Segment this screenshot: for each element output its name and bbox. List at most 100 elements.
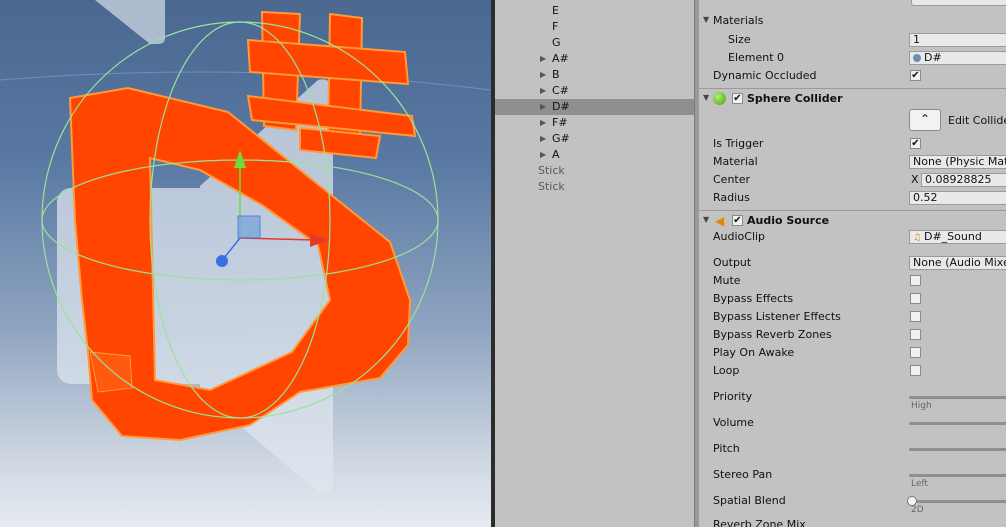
hierarchy-item-stick[interactable]: Stick: [495, 179, 694, 195]
stereo-pan-label: Stereo Pan: [713, 468, 773, 481]
expand-arrow-icon[interactable]: ▶: [540, 131, 546, 147]
edit-collider-icon: ⌃: [919, 112, 931, 126]
component-separator: [699, 210, 1006, 211]
priority-label: Priority: [713, 390, 753, 403]
sphere-collider-enabled-checkbox[interactable]: ✔: [732, 93, 743, 104]
expand-arrow-icon[interactable]: ▶: [540, 67, 546, 83]
hierarchy-item-c-sharp[interactable]: ▶ C#: [495, 83, 694, 99]
hierarchy-item-f[interactable]: F: [495, 19, 694, 35]
edit-collider-button[interactable]: ⌃: [909, 109, 941, 131]
hierarchy-item-a-sharp[interactable]: ▶ A#: [495, 51, 694, 67]
audioclip-label: AudioClip: [713, 230, 766, 243]
radius-label: Radius: [713, 191, 750, 204]
expand-arrow-icon[interactable]: ▶: [540, 51, 546, 67]
stereo-pan-slider[interactable]: [909, 474, 1006, 477]
hierarchy-item-label: A#: [552, 52, 569, 65]
bypass-listener-effects-label: Bypass Listener Effects: [713, 310, 841, 323]
size-label: Size: [728, 33, 751, 46]
hierarchy-item-label: Stick: [538, 180, 565, 193]
audioclip-field[interactable]: ♫ D#_Sound: [909, 230, 1006, 244]
bypass-reverb-zones-checkbox[interactable]: [910, 329, 921, 340]
loop-checkbox[interactable]: [910, 365, 921, 376]
center-label: Center: [713, 173, 751, 186]
hierarchy-item-label: F#: [552, 116, 568, 129]
hierarchy-item-label: E: [552, 4, 559, 17]
hierarchy-item-label: G: [552, 36, 561, 49]
z-axis-handle: [216, 255, 228, 267]
audio-source-gizmo-icon-top: [95, 0, 165, 44]
hierarchy-item-label: C#: [552, 84, 569, 97]
hierarchy-item-b[interactable]: ▶ B: [495, 67, 694, 83]
center-x-field[interactable]: 0.08928825: [921, 173, 1006, 187]
bypass-effects-label: Bypass Effects: [713, 292, 794, 305]
bypass-effects-checkbox[interactable]: [910, 293, 921, 304]
hierarchy-item-g-sharp[interactable]: ▶ G#: [495, 131, 694, 147]
mute-label: Mute: [713, 274, 741, 287]
priority-hint: High: [911, 401, 932, 411]
size-field[interactable]: 1: [909, 33, 1006, 47]
materials-foldout-arrow-icon[interactable]: ▼: [703, 15, 709, 24]
dynamic-occluded-checkbox[interactable]: ✔: [910, 70, 921, 81]
clipped-top-field[interactable]: [911, 0, 1006, 6]
pitch-label: Pitch: [713, 442, 740, 455]
play-on-awake-label: Play On Awake: [713, 346, 795, 359]
hierarchy-item-label: B: [552, 68, 560, 81]
center-plane-handle: [237, 215, 261, 239]
expand-arrow-icon[interactable]: ▶: [540, 99, 546, 115]
dynamic-occluded-label: Dynamic Occluded: [713, 69, 817, 82]
stereo-pan-hint: Left: [911, 479, 928, 489]
loop-label: Loop: [713, 364, 740, 377]
hierarchy-item-e[interactable]: E: [495, 3, 694, 19]
component-separator: [699, 88, 1006, 89]
element0-label: Element 0: [728, 51, 785, 64]
is-trigger-checkbox[interactable]: ✔: [910, 138, 921, 149]
element0-value: D#: [924, 51, 942, 64]
output-label: Output: [713, 256, 752, 269]
material-label: Material: [713, 155, 758, 168]
hierarchy-item-label: D#: [552, 100, 570, 113]
bypass-listener-effects-checkbox[interactable]: [910, 311, 921, 322]
inspector-panel: ▼ Materials Size 1 Element 0 D# Dynamic …: [699, 0, 1006, 527]
is-trigger-label: Is Trigger: [713, 137, 764, 150]
materials-label: Materials: [713, 14, 764, 27]
expand-arrow-icon[interactable]: ▶: [540, 147, 546, 163]
audio-source-title: Audio Source: [747, 214, 830, 227]
scene-canvas[interactable]: [0, 0, 491, 527]
reverb-zone-mix-label: Reverb Zone Mix: [713, 518, 806, 527]
hierarchy-item-label: A: [552, 148, 560, 161]
hierarchy-item-f-sharp[interactable]: ▶ F#: [495, 115, 694, 131]
priority-slider[interactable]: [909, 396, 1006, 399]
hierarchy-item-g[interactable]: G: [495, 35, 694, 51]
volume-label: Volume: [713, 416, 754, 429]
hierarchy-item-label: G#: [552, 132, 570, 145]
output-field[interactable]: None (Audio Mixer Group): [909, 256, 1006, 270]
spatial-blend-hint: 2D: [911, 505, 924, 515]
audioclip-value: D#_Sound: [924, 230, 982, 243]
material-sphere-icon: [913, 54, 921, 62]
radius-field[interactable]: 0.52: [909, 191, 1006, 205]
audio-source-foldout-arrow-icon[interactable]: ▼: [703, 215, 709, 224]
pitch-slider[interactable]: [909, 448, 1006, 451]
hierarchy-item-label: Stick: [538, 164, 565, 177]
edit-collider-label: Edit Collider: [948, 114, 1006, 127]
element0-field[interactable]: D#: [909, 51, 1006, 65]
audio-clip-icon: ♫: [913, 233, 922, 243]
expand-arrow-icon[interactable]: ▶: [540, 83, 546, 99]
audio-source-enabled-checkbox[interactable]: ✔: [732, 215, 743, 226]
play-on-awake-checkbox[interactable]: [910, 347, 921, 358]
expand-arrow-icon[interactable]: ▶: [540, 115, 546, 131]
hierarchy-item-label: F: [552, 20, 559, 33]
center-x-axis-label: X: [911, 173, 919, 186]
spatial-blend-slider[interactable]: [909, 500, 1006, 503]
hierarchy-item-d-sharp[interactable]: ▶ D#: [495, 99, 694, 115]
hierarchy-item-stick[interactable]: Stick: [495, 163, 694, 179]
bypass-reverb-zones-label: Bypass Reverb Zones: [713, 328, 832, 341]
mute-checkbox[interactable]: [910, 275, 921, 286]
hierarchy-item-a[interactable]: ▶ A: [495, 147, 694, 163]
spatial-blend-label: Spatial Blend: [713, 494, 786, 507]
physic-material-field[interactable]: None (Physic Material): [909, 155, 1006, 169]
sphere-collider-title: Sphere Collider: [747, 92, 843, 105]
sphere-collider-foldout-arrow-icon[interactable]: ▼: [703, 93, 709, 102]
volume-slider[interactable]: [909, 422, 1006, 425]
scene-view[interactable]: [0, 0, 491, 527]
